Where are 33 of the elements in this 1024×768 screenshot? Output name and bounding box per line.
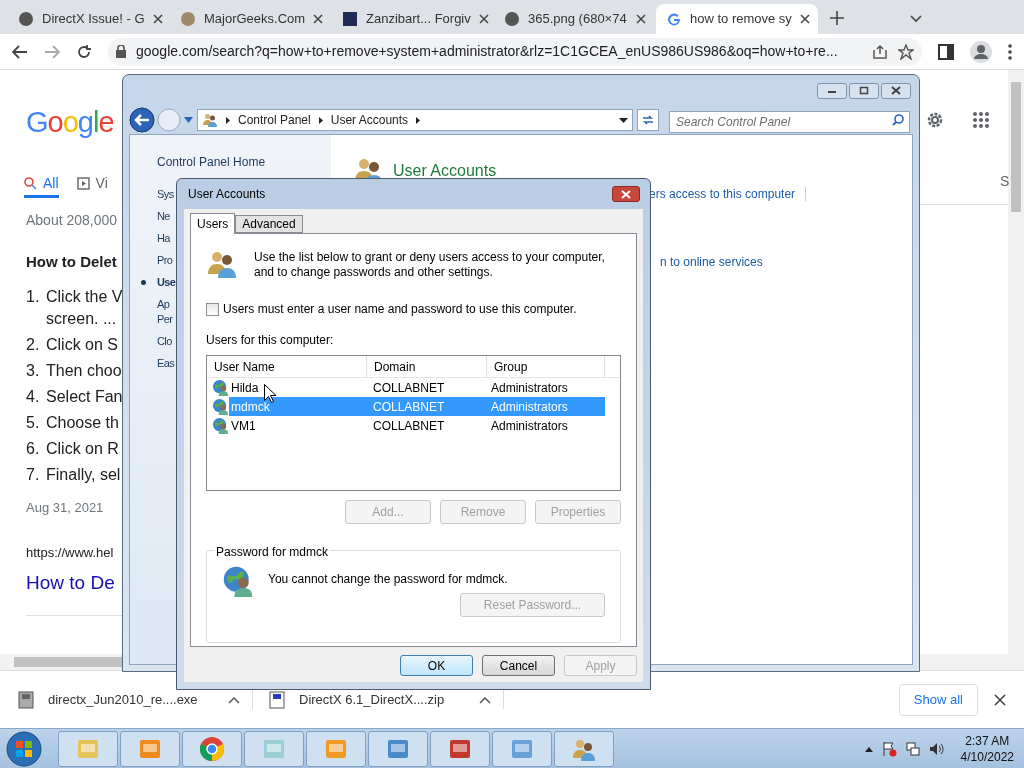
table-cell: Administrators <box>491 399 568 414</box>
table-cell: Administrators <box>491 380 568 395</box>
table-cell: COLLABNET <box>373 399 445 414</box>
results-count: About 208,000 <box>26 211 119 230</box>
tab-title: DirectX Issue! - G <box>42 10 145 29</box>
step-text: 7. Finally, sel <box>26 464 122 485</box>
snippet-heading: How to Delet <box>26 252 118 272</box>
intro-text: Use the list below to grant or deny users access to your computer, and to change passwords and other settings. <box>254 249 606 280</box>
table-cell: Administrators <box>491 418 568 433</box>
list-label: Users for this computer: <box>206 332 335 349</box>
result-url: https://www.hel <box>26 544 115 562</box>
step-text: 1. Click the V screen. ... <box>26 286 122 329</box>
step-text: 2. Click on S <box>26 334 120 355</box>
step-text: 5. Choose th <box>26 412 120 433</box>
download-name: DirectX 6.1_DirectX....zip <box>299 690 446 709</box>
password-message: You cannot change the password for mdmck. <box>268 571 508 588</box>
tab-title: how to remove sy <box>690 10 792 29</box>
table-cell: Hilda <box>231 380 259 395</box>
table-cell: mdmck <box>231 399 270 414</box>
table-cell: COLLABNET <box>373 418 445 433</box>
step-text: 6. Click on R <box>26 438 120 459</box>
step-text: 4. Select Fan <box>26 386 122 407</box>
step-text: 3. Then choo <box>26 360 122 381</box>
download-name: directx_Jun2010_re....exe <box>48 690 199 709</box>
table-cell: VM1 <box>231 418 256 433</box>
url-text: google.com/search?q=how+to+remove+system+administrator&rlz=1C1GCEA_enUS986US986&oq=how+to+re... <box>136 42 839 61</box>
table-cell: COLLABNET <box>373 380 445 395</box>
tab-title: Zanzibart... Forgiv <box>366 10 471 29</box>
tab-title: 365.png (680×74 <box>528 10 628 29</box>
window-title: User Accounts <box>188 186 266 203</box>
result-date: Aug 31, 2021 <box>26 498 105 517</box>
page-heading: User Accounts <box>393 161 497 181</box>
tab-title: MajorGeeks.Com <box>204 10 306 29</box>
